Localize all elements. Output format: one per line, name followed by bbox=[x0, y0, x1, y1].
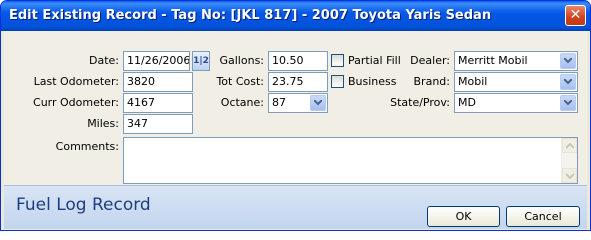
date-label: Date: bbox=[89, 54, 119, 67]
chevron-up-icon bbox=[566, 143, 574, 149]
tot-cost-label: Tot Cost: bbox=[216, 75, 264, 88]
comments-label: Comments: bbox=[55, 140, 119, 153]
scroll-down-button[interactable] bbox=[562, 168, 577, 183]
close-button[interactable]: ✕ bbox=[565, 5, 586, 26]
chevron-down-icon bbox=[564, 58, 572, 64]
brand-dropdown-button[interactable] bbox=[560, 74, 576, 90]
gallons-field[interactable]: 10.50 bbox=[268, 51, 328, 71]
brand-select[interactable]: Mobil bbox=[454, 72, 578, 92]
state-prov-dropdown-button[interactable] bbox=[560, 95, 576, 111]
last-odometer-label: Last Odometer: bbox=[33, 75, 119, 88]
window-title: Edit Existing Record - Tag No: [JKL 817]… bbox=[9, 8, 492, 23]
form-area: Date: 11/26/2006 1|2 Last Odometer: 3820… bbox=[4, 31, 587, 229]
title-bar[interactable]: Edit Existing Record - Tag No: [JKL 817]… bbox=[1, 1, 590, 31]
dealer-select[interactable]: Merritt Mobil bbox=[454, 51, 578, 71]
octane-dropdown-button[interactable] bbox=[310, 95, 326, 111]
footer-title: Fuel Log Record bbox=[16, 195, 151, 215]
gallons-label: Gallons: bbox=[219, 54, 264, 67]
comments-scrollbar[interactable] bbox=[561, 138, 577, 183]
last-odometer-field[interactable]: 3820 bbox=[123, 72, 193, 92]
date-field[interactable]: 11/26/2006 bbox=[123, 51, 190, 71]
state-prov-select[interactable]: MD bbox=[454, 93, 578, 113]
state-prov-label: State/Prov: bbox=[390, 96, 450, 109]
chevron-down-icon bbox=[566, 173, 574, 179]
tot-cost-field[interactable]: 23.75 bbox=[268, 72, 328, 92]
curr-odometer-label: Curr Odometer: bbox=[33, 96, 119, 109]
chevron-down-icon bbox=[314, 100, 322, 106]
octane-value: 87 bbox=[272, 96, 286, 109]
dealer-label: Dealer: bbox=[410, 54, 450, 67]
chevron-down-icon bbox=[564, 79, 572, 85]
brand-value: Mobil bbox=[458, 75, 488, 88]
dealer-value: Merritt Mobil bbox=[458, 54, 528, 67]
miles-field[interactable]: 347 bbox=[123, 114, 193, 134]
ok-button[interactable]: OK bbox=[427, 206, 500, 227]
close-icon: ✕ bbox=[569, 7, 582, 23]
miles-label: Miles: bbox=[87, 117, 119, 130]
partial-fill-checkbox[interactable] bbox=[331, 54, 344, 67]
footer-bar: Fuel Log Record OK Cancel bbox=[4, 185, 587, 229]
business-checkbox[interactable] bbox=[331, 75, 344, 88]
state-prov-value: MD bbox=[458, 96, 476, 109]
chevron-down-icon bbox=[564, 100, 572, 106]
brand-label: Brand: bbox=[413, 75, 450, 88]
octane-label: Octane: bbox=[220, 96, 264, 109]
comments-textarea[interactable] bbox=[123, 137, 578, 184]
octane-select[interactable]: 87 bbox=[268, 93, 328, 113]
scroll-up-button[interactable] bbox=[562, 138, 577, 153]
dealer-dropdown-button[interactable] bbox=[560, 53, 576, 69]
cancel-button[interactable]: Cancel bbox=[506, 206, 580, 227]
curr-odometer-field[interactable]: 4167 bbox=[123, 93, 193, 113]
edit-record-dialog: Edit Existing Record - Tag No: [JKL 817]… bbox=[0, 0, 591, 231]
